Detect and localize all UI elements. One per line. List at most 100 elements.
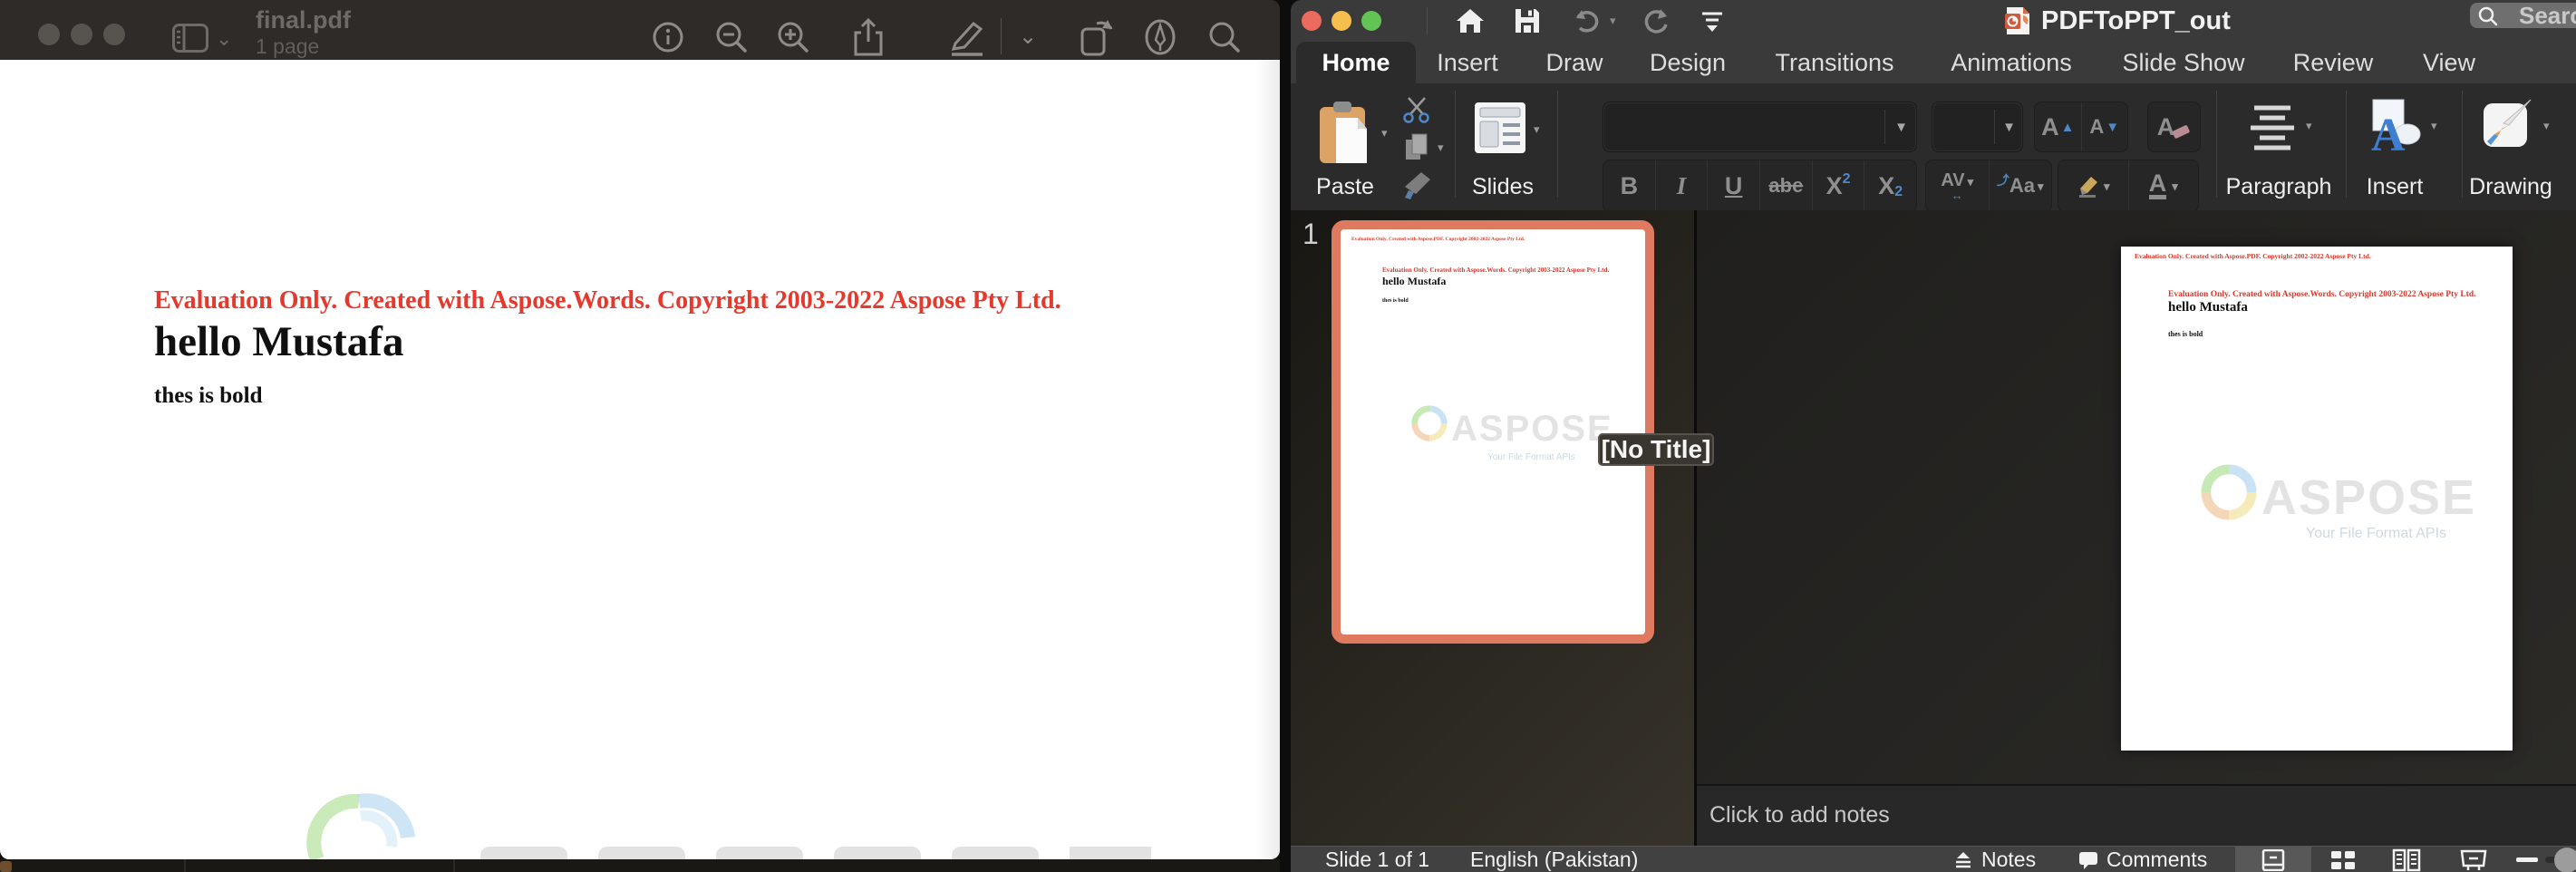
font-size-dropdown-icon[interactable]: ▼ xyxy=(2002,121,2016,134)
format-painter-icon[interactable] xyxy=(1401,170,1434,201)
slide-number: 1 xyxy=(1303,218,1319,251)
font-size-select[interactable]: ▼ xyxy=(1932,102,2023,152)
paste-label[interactable]: Paste xyxy=(1307,174,1383,200)
underline-button[interactable]: U xyxy=(1708,160,1760,211)
insert-label[interactable]: Insert xyxy=(2353,174,2436,200)
tab-slide-show[interactable]: Slide Show xyxy=(2117,42,2250,83)
undo-icon[interactable] xyxy=(1573,8,1600,34)
notes-placeholder[interactable]: Click to add notes xyxy=(1709,802,1890,828)
shrink-font-button[interactable]: A▼ xyxy=(2082,102,2128,151)
redo-icon[interactable] xyxy=(1642,8,1670,34)
highlight-color-buttons: ▾ A ▾ xyxy=(2058,160,2199,212)
aspose-swirl-icon xyxy=(1411,405,1448,441)
search-field[interactable]: Searc xyxy=(2470,3,2576,28)
pdf-heading: hello Mustafa xyxy=(154,317,403,366)
slide-sorter-view-icon[interactable] xyxy=(2329,849,2357,871)
zoom-out-button[interactable] xyxy=(2516,857,2538,862)
new-slide-icon[interactable] xyxy=(1474,102,1526,154)
font-style-buttons: B I U abe X 2 X 2 xyxy=(1603,160,1917,212)
language-status[interactable]: English (Pakistan) xyxy=(1470,847,1638,872)
slide-pdf-eval-line: Evaluation Only. Created with Aspose.PDF… xyxy=(2135,252,2371,260)
strikethrough-button[interactable]: abe xyxy=(1760,160,1813,211)
drawing-icon[interactable] xyxy=(2482,98,2538,154)
bold-button[interactable]: B xyxy=(1603,160,1656,211)
copy-dropdown-icon[interactable]: ▾ xyxy=(1438,141,1444,153)
notes-toggle-label[interactable]: Notes xyxy=(1981,847,2036,872)
home-icon[interactable] xyxy=(1456,7,1485,34)
ribbon-home: ▾ Paste ▾ ▾ Slides xyxy=(1291,83,2576,212)
tab-draw[interactable]: Draw xyxy=(1543,42,1606,83)
new-slide-dropdown-icon[interactable]: ▾ xyxy=(1534,123,1540,135)
tab-home[interactable]: Home xyxy=(1296,42,1416,83)
undo-dropdown-icon[interactable]: ▾ xyxy=(1610,15,1616,26)
notes-toggle-icon[interactable] xyxy=(1952,850,1974,870)
comments-label[interactable]: Comments xyxy=(2106,847,2207,872)
sidebar-chevron-icon[interactable]: ⌄ xyxy=(216,27,232,51)
tab-review[interactable]: Review xyxy=(2291,42,2375,83)
status-bar: Slide 1 of 1 English (Pakistan) Notes Co… xyxy=(1291,846,2576,872)
grow-font-button[interactable]: A▲ xyxy=(2035,102,2082,151)
copy-icon[interactable] xyxy=(1403,132,1430,163)
close-button[interactable] xyxy=(38,24,60,45)
zoom-slider-knob[interactable] xyxy=(2554,848,2576,872)
zoom-in-icon[interactable] xyxy=(776,20,810,54)
close-button[interactable] xyxy=(1302,11,1322,31)
highlight-button[interactable]: ▾ xyxy=(2058,160,2129,211)
info-icon[interactable] xyxy=(651,20,685,54)
subscript-button[interactable]: X 2 xyxy=(1864,160,1916,211)
zoom-out-icon[interactable] xyxy=(714,20,749,54)
zoom-button[interactable] xyxy=(103,24,125,45)
minimize-button[interactable] xyxy=(71,24,92,45)
zoom-button[interactable] xyxy=(1361,11,1381,31)
paste-icon[interactable] xyxy=(1316,100,1372,167)
slide-title-tooltip: [No Title] xyxy=(1598,433,1714,466)
notes-pane[interactable]: Click to add notes xyxy=(1697,784,2576,848)
tab-insert[interactable]: Insert xyxy=(1431,42,1504,83)
slides-label[interactable]: Slides xyxy=(1465,174,1541,200)
clear-format-button[interactable]: A xyxy=(2148,102,2200,151)
drawing-label[interactable]: Drawing xyxy=(2465,174,2556,200)
search-icon[interactable] xyxy=(1207,20,1242,54)
share-icon[interactable] xyxy=(850,16,886,58)
reading-view-icon[interactable] xyxy=(2391,848,2422,872)
save-icon[interactable] xyxy=(1514,7,1541,34)
paragraph-label[interactable]: Paragraph xyxy=(2224,174,2333,200)
tab-transitions[interactable]: Transitions xyxy=(1771,42,1898,83)
paragraph-dropdown-icon[interactable]: ▾ xyxy=(2306,120,2312,131)
group-divider xyxy=(1557,91,1558,198)
rotate-icon[interactable] xyxy=(1077,16,1117,58)
desktop: { "preview": { "titlebar": {"title": "fi… xyxy=(0,0,2576,872)
insert-icon[interactable]: A xyxy=(2368,98,2422,154)
superscript-button[interactable]: X 2 xyxy=(1813,160,1865,211)
slideshow-view-icon[interactable] xyxy=(2460,849,2487,871)
markup-chevron-icon[interactable]: ⌄ xyxy=(1019,24,1037,50)
eraser-icon xyxy=(2171,121,2191,140)
paragraph-icon[interactable] xyxy=(2249,103,2296,154)
cut-icon[interactable] xyxy=(1401,96,1432,123)
drawing-dropdown-icon[interactable]: ▾ xyxy=(2543,120,2550,131)
toolbar-divider xyxy=(1001,18,1002,54)
comments-icon[interactable] xyxy=(2077,850,2099,870)
paste-dropdown-icon[interactable]: ▾ xyxy=(1381,127,1388,139)
slide-indicator: Slide 1 of 1 xyxy=(1325,847,1429,872)
tab-design[interactable]: Design xyxy=(1648,42,1728,83)
customize-toolbar-icon[interactable] xyxy=(1700,11,1724,33)
font-name-dropdown-icon[interactable]: ▼ xyxy=(1894,121,1908,134)
italic-button[interactable]: I xyxy=(1656,160,1709,211)
font-color-button[interactable]: A ▾ xyxy=(2129,160,2199,211)
search-icon xyxy=(2477,5,2499,27)
character-spacing-button[interactable]: AV▾ ↔ xyxy=(1926,160,1990,211)
pdf-eval-notice: Evaluation Only. Created with Aspose.Wor… xyxy=(154,286,1061,315)
tab-animations[interactable]: Animations xyxy=(1945,42,2077,83)
slide-thumbnail[interactable]: Evaluation Only. Created with Aspose.PDF… xyxy=(1332,220,1654,644)
minimize-button[interactable] xyxy=(1332,11,1351,31)
insert-dropdown-icon[interactable]: ▾ xyxy=(2431,120,2437,131)
markup-highlight-icon[interactable] xyxy=(944,18,986,56)
change-case-button[interactable]: ⤴ Aa▾ xyxy=(1990,160,2052,211)
markup-pen-icon[interactable] xyxy=(1142,18,1178,56)
tab-view[interactable]: View xyxy=(2416,42,2482,83)
normal-view-button[interactable] xyxy=(2235,847,2311,872)
sidebar-toggle-icon[interactable] xyxy=(172,24,208,53)
slide-canvas[interactable]: Evaluation Only. Created with Aspose.PDF… xyxy=(2121,247,2513,751)
font-name-select[interactable]: ▼ xyxy=(1603,102,1917,152)
